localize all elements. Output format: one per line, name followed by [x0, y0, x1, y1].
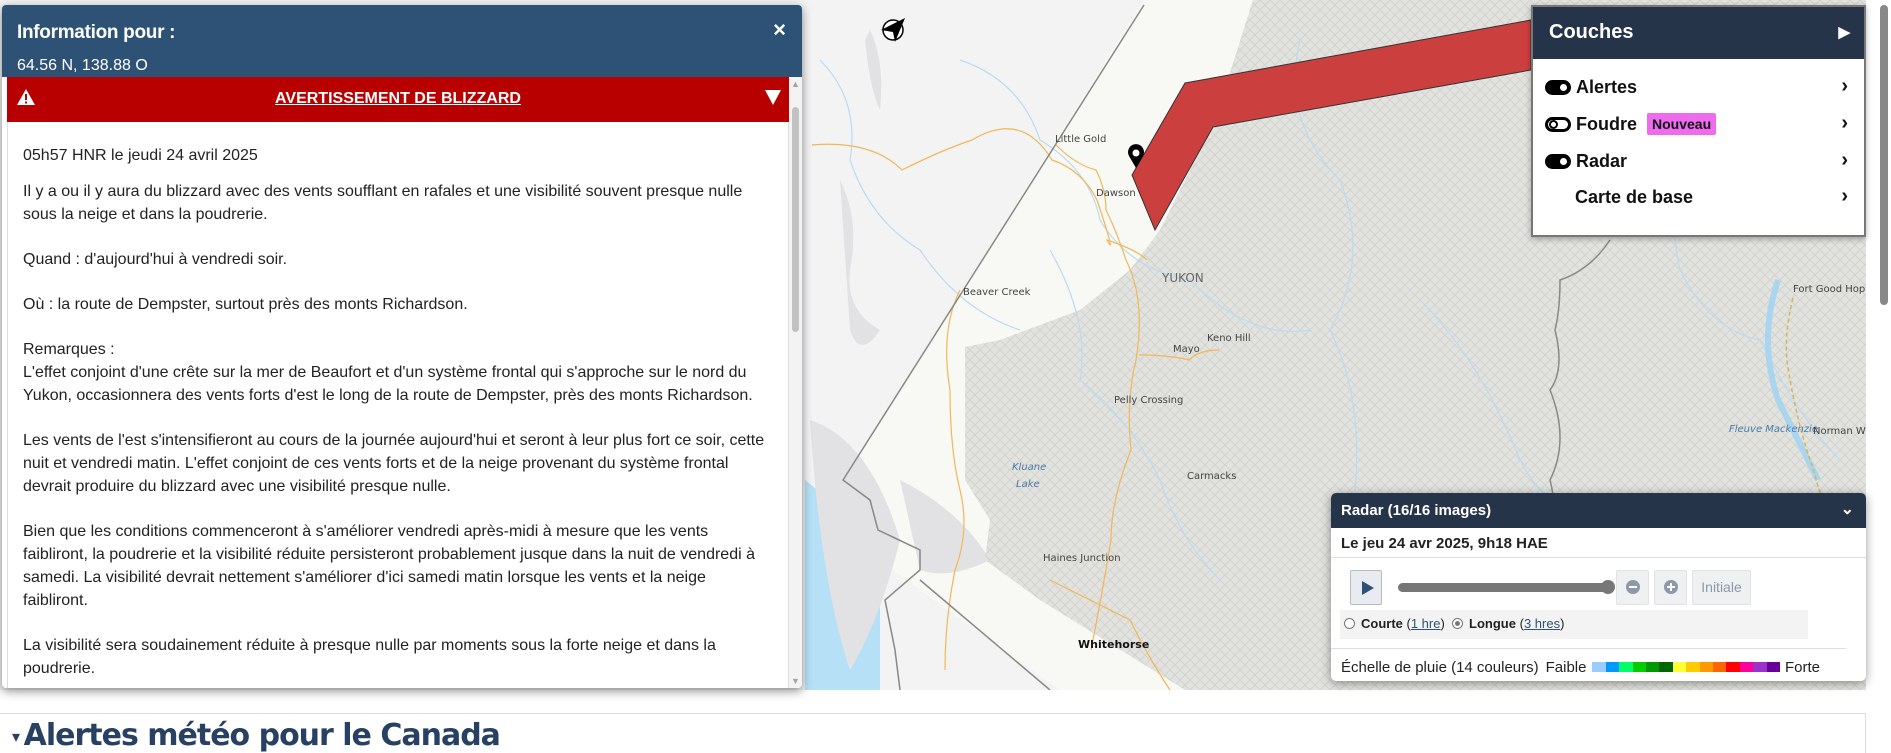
warning-paragraph: Bien que les conditions commenceront à s…: [23, 523, 755, 609]
alerts-section: ▾ Alertes météo pour le Canada: [0, 713, 1866, 753]
layer-label: Carte de base: [1575, 186, 1694, 207]
layers-header[interactable]: Couches ▶: [1533, 7, 1864, 59]
long-link[interactable]: 3 hres: [1524, 616, 1560, 631]
layer-item-basemap[interactable]: Carte de base ›: [1545, 183, 1852, 211]
map-label: Haines Junction: [1043, 553, 1121, 564]
warning-text: 05h57 HNR le jeudi 24 avril 2025 Il y a …: [7, 122, 789, 688]
map-label: Little Gold: [1055, 134, 1106, 145]
map-label: Mayo: [1173, 344, 1200, 355]
scale-swatch: [1646, 662, 1660, 672]
warning-paragraph: Quand : d'aujourd'hui à vendredi soir.: [23, 251, 288, 268]
section-title: Alertes météo pour le Canada: [23, 718, 501, 753]
short-link[interactable]: 1 hre: [1411, 616, 1441, 631]
scale-swatch: [1605, 662, 1620, 672]
layer-label: Radar: [1576, 150, 1628, 171]
radio-long[interactable]: [1452, 618, 1464, 629]
radio-short[interactable]: [1344, 618, 1355, 629]
warning-title[interactable]: AVERTISSEMENT DE BLIZZARD: [7, 90, 789, 108]
layer-label: Foudre: [1576, 113, 1637, 134]
warning-timestamp: 05h57 HNR le jeudi 24 avril 2025: [23, 147, 258, 164]
radar-header[interactable]: Radar (16/16 images) ⌄: [1331, 493, 1866, 528]
short-label: Courte: [1361, 616, 1403, 631]
layer-item-alertes[interactable]: Alertes ›: [1545, 73, 1852, 101]
map-label: Keno Hill: [1207, 333, 1251, 344]
scale-swatch: [1632, 662, 1647, 672]
warning-paragraph: Les vents de l'est s'intensifieront au c…: [23, 432, 765, 495]
toggle-off-icon[interactable]: [1545, 116, 1571, 132]
chevron-down-icon[interactable]: ⌄: [1841, 499, 1854, 519]
scale-swatch: [1686, 662, 1700, 672]
map-label: Whitehorse: [1078, 638, 1149, 651]
info-header: Information pour : 64.56 N, 138.88 O ×: [2, 5, 802, 77]
scale-swatch: [1766, 662, 1780, 672]
scale-swatch: [1672, 662, 1687, 672]
scroll-up-icon[interactable]: ▲: [791, 79, 800, 89]
map-label: Kluane: [1012, 462, 1046, 473]
radar-title: Radar (16/16 images): [1341, 502, 1492, 519]
play-button[interactable]: [1350, 570, 1382, 605]
radar-panel: Radar (16/16 images) ⌄ Le jeu 24 avr 202…: [1331, 493, 1866, 681]
warning-paragraph: Où : la route de Dempster, surtout près …: [23, 296, 468, 313]
map-label: YUKON: [1161, 271, 1204, 285]
scale-weak: Faible: [1545, 659, 1587, 676]
layers-panel: Couches ▶ Alertes › Foudre Nouveau › Rad…: [1531, 5, 1866, 237]
slider-handle[interactable]: [1601, 580, 1615, 594]
info-coords: 64.56 N, 138.88 O: [17, 57, 148, 74]
time-slider[interactable]: [1398, 583, 1610, 592]
scale-swatch: [1739, 662, 1754, 672]
toggle-on-icon[interactable]: [1545, 79, 1571, 95]
layer-item-foudre[interactable]: Foudre Nouveau ›: [1545, 110, 1852, 138]
section-heading[interactable]: ▾ Alertes météo pour le Canada: [12, 718, 501, 753]
toggle-on-icon[interactable]: [1545, 153, 1571, 169]
layer-label: Alertes: [1576, 76, 1638, 97]
chevron-right-icon[interactable]: ›: [1841, 112, 1848, 135]
map-label: Fort Good Hop: [1793, 284, 1865, 295]
warning-paragraph: Remarques : L'effet conjoint d'une crête…: [23, 341, 753, 404]
expand-right-icon[interactable]: ▶: [1838, 23, 1850, 41]
collapse-triangle-icon[interactable]: [765, 90, 781, 105]
map-label: Lake: [1016, 479, 1040, 490]
scale-swatch: [1753, 662, 1767, 672]
zoom-out-button[interactable]: [1616, 570, 1649, 605]
layer-item-radar[interactable]: Radar ›: [1545, 147, 1852, 175]
chevron-right-icon[interactable]: ›: [1841, 149, 1848, 172]
page-scrollbar[interactable]: [1880, 5, 1888, 305]
map-label: Fleuve Mackenzie: [1729, 424, 1818, 435]
scale-swatch: [1699, 662, 1713, 672]
chevron-right-icon[interactable]: ›: [1841, 75, 1848, 98]
map-label: Carmacks: [1187, 471, 1236, 482]
map-label: Norman W: [1813, 426, 1866, 437]
map-label: Pelly Crossing: [1114, 395, 1183, 406]
scale-swatch: [1592, 662, 1606, 672]
info-scrollbar[interactable]: ▲ ▼: [789, 77, 802, 688]
map-label: Dawson: [1096, 188, 1136, 199]
duration-options: Courte (1 hre) Longue (3 hres): [1340, 610, 1808, 639]
color-scale: [1592, 659, 1780, 676]
close-icon[interactable]: ×: [773, 17, 786, 43]
warning-paragraph: La visibilité sera soudainement réduite …: [23, 637, 716, 677]
scale-swatch: [1713, 662, 1727, 672]
scale-swatch: [1659, 662, 1673, 672]
scroll-down-icon[interactable]: ▼: [791, 676, 800, 686]
zoom-in-button[interactable]: [1654, 570, 1687, 605]
scale-strong: Forte: [1784, 659, 1820, 676]
new-badge: Nouveau: [1647, 113, 1717, 135]
radar-datetime: Le jeu 24 avr 2025, 9h18 HAE: [1331, 528, 1866, 558]
scale-label: Échelle de pluie (14 couleurs): [1341, 659, 1539, 676]
scrollbar-thumb[interactable]: [792, 107, 799, 332]
info-title: Information pour :: [17, 22, 176, 43]
scale-swatch: [1726, 662, 1740, 672]
layers-title: Couches: [1549, 21, 1634, 43]
info-panel: Information pour : 64.56 N, 138.88 O × A…: [2, 5, 802, 688]
warning-paragraph: Il y a ou il y aura du blizzard avec des…: [23, 183, 743, 223]
chevron-right-icon[interactable]: ›: [1841, 185, 1848, 208]
warning-header[interactable]: AVERTISSEMENT DE BLIZZARD: [7, 77, 789, 122]
scale-swatch: [1619, 662, 1633, 672]
rain-scale: Échelle de pluie (14 couleurs) Faible Fo…: [1331, 648, 1846, 676]
minus-icon: [1625, 580, 1640, 594]
plus-icon: [1663, 580, 1678, 594]
initial-button[interactable]: Initiale: [1692, 570, 1751, 605]
map-label: Beaver Creek: [963, 287, 1031, 298]
long-label: Longue: [1469, 616, 1516, 631]
